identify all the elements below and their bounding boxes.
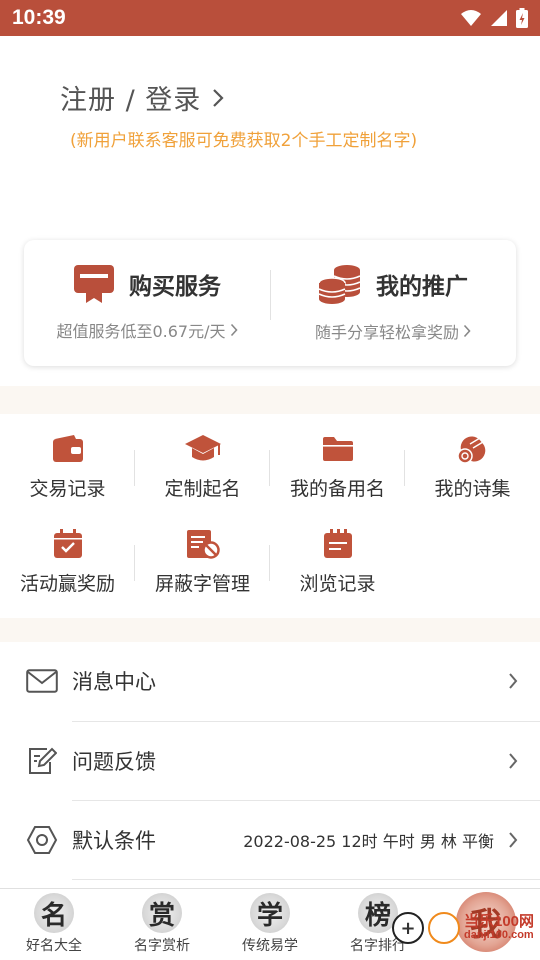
coins-icon bbox=[318, 265, 361, 304]
calendar-check-icon bbox=[53, 529, 82, 558]
status-bar: 10:39 bbox=[0, 0, 540, 36]
circle-icon bbox=[428, 912, 460, 944]
grid-item-backup-names[interactable]: 我的备用名 bbox=[270, 414, 405, 504]
grid-item-label: 浏览记录 bbox=[299, 573, 376, 595]
tab-label: 传统易学 bbox=[242, 938, 298, 954]
menu-list: 消息中心 问题反馈 默认条件 2022-08-25 12时 午时 男 林 平衡 bbox=[0, 642, 540, 888]
service-card: 购买服务 超值服务低至0.67元/天 我的推广 随手分享轻松拿奖励 bbox=[24, 240, 516, 366]
tab-traditional-studies[interactable]: 学 传统易学 bbox=[216, 889, 324, 960]
grid-item-label: 我的备用名 bbox=[289, 478, 385, 500]
watermark-text: 当乐100网 bbox=[464, 913, 535, 931]
my-promotion-subtitle: 随手分享轻松拿奖励 bbox=[314, 323, 459, 342]
signal-icon bbox=[491, 10, 507, 26]
grid-item-activity-rewards[interactable]: 活动赢奖励 bbox=[0, 509, 135, 599]
mail-icon bbox=[26, 669, 58, 693]
edit-note-icon bbox=[29, 747, 57, 774]
menu-item-message-center[interactable]: 消息中心 bbox=[0, 642, 540, 720]
function-grid: 交易记录 定制起名 我的备用名 我的诗集 活动赢奖励 屏蔽字管理 浏览记录 bbox=[0, 414, 540, 618]
watermark: + 当乐100网 danji100.com bbox=[392, 912, 534, 944]
buy-service-title: 购买服务 bbox=[129, 274, 221, 300]
chevron-right-icon bbox=[463, 324, 471, 338]
menu-item-default-conditions[interactable]: 默认条件 2022-08-25 12时 午时 男 林 平衡 bbox=[0, 801, 540, 879]
chevron-right-icon bbox=[213, 88, 224, 107]
wifi-icon bbox=[461, 10, 481, 26]
chevron-right-icon bbox=[230, 323, 238, 337]
my-promotion-title: 我的推广 bbox=[376, 274, 468, 300]
account-panel: 注册 / 登录 (新用户联系客服可免费获取2个手工定制名字) 购买服务 超值服务… bbox=[0, 36, 540, 386]
grid-item-browse-history[interactable]: 浏览记录 bbox=[270, 509, 405, 599]
watermark-subtext: danji100.com bbox=[464, 929, 534, 942]
chevron-right-icon bbox=[509, 673, 518, 689]
notepad-icon bbox=[323, 529, 352, 558]
buy-service-subtitle: 超值服务低至0.67元/天 bbox=[56, 322, 226, 341]
plus-circle-icon: + bbox=[392, 912, 424, 944]
grid-item-poetry-collection[interactable]: 我的诗集 bbox=[405, 414, 540, 504]
grid-item-custom-naming[interactable]: 定制起名 bbox=[135, 414, 270, 504]
seal-icon: 赏 bbox=[142, 893, 182, 933]
chevron-right-icon bbox=[509, 753, 518, 769]
seal-icon: 名 bbox=[34, 893, 74, 933]
grid-item-label: 活动赢奖励 bbox=[19, 573, 115, 595]
login-register-label: 注册 / 登录 bbox=[60, 85, 202, 116]
wallet-icon bbox=[52, 435, 83, 462]
hexagon-icon bbox=[26, 826, 58, 854]
menu-item-feedback[interactable]: 问题反馈 bbox=[0, 722, 540, 800]
menu-item-label: 消息中心 bbox=[72, 670, 156, 694]
default-conditions-value: 2022-08-25 12时 午时 男 林 平衡 bbox=[243, 832, 494, 851]
menu-item-label: 问题反馈 bbox=[72, 750, 156, 774]
new-user-promo-text: (新用户联系客服可免费获取2个手工定制名字) bbox=[70, 131, 418, 151]
menu-divider bbox=[72, 879, 540, 880]
grid-item-transaction-records[interactable]: 交易记录 bbox=[0, 414, 135, 504]
seal-icon: 学 bbox=[250, 893, 290, 933]
grid-item-label: 定制起名 bbox=[164, 478, 241, 500]
folder-icon bbox=[322, 437, 353, 461]
tab-label: 名字赏析 bbox=[134, 938, 190, 954]
graduation-cap-icon bbox=[184, 435, 221, 461]
grid-item-label: 交易记录 bbox=[29, 478, 106, 500]
my-promotion-button[interactable]: 我的推广 随手分享轻松拿奖励 bbox=[270, 240, 516, 366]
grid-item-blocked-words[interactable]: 屏蔽字管理 bbox=[135, 509, 270, 599]
purchase-icon bbox=[74, 265, 114, 303]
tab-name-appreciation[interactable]: 赏 名字赏析 bbox=[108, 889, 216, 960]
grid-item-label: 我的诗集 bbox=[434, 478, 511, 500]
blocked-document-icon bbox=[186, 530, 220, 559]
battery-icon bbox=[516, 8, 528, 28]
tab-label: 好名大全 bbox=[26, 938, 82, 954]
tab-good-names[interactable]: 名 好名大全 bbox=[0, 889, 108, 960]
status-icons bbox=[460, 8, 528, 28]
scroll-icon bbox=[456, 436, 485, 464]
status-time: 10:39 bbox=[12, 6, 66, 29]
menu-item-label: 默认条件 bbox=[72, 829, 156, 853]
buy-service-button[interactable]: 购买服务 超值服务低至0.67元/天 bbox=[24, 240, 270, 366]
grid-item-label: 屏蔽字管理 bbox=[154, 573, 250, 595]
chevron-right-icon bbox=[509, 832, 518, 848]
login-register-link[interactable]: 注册 / 登录 bbox=[60, 78, 225, 117]
